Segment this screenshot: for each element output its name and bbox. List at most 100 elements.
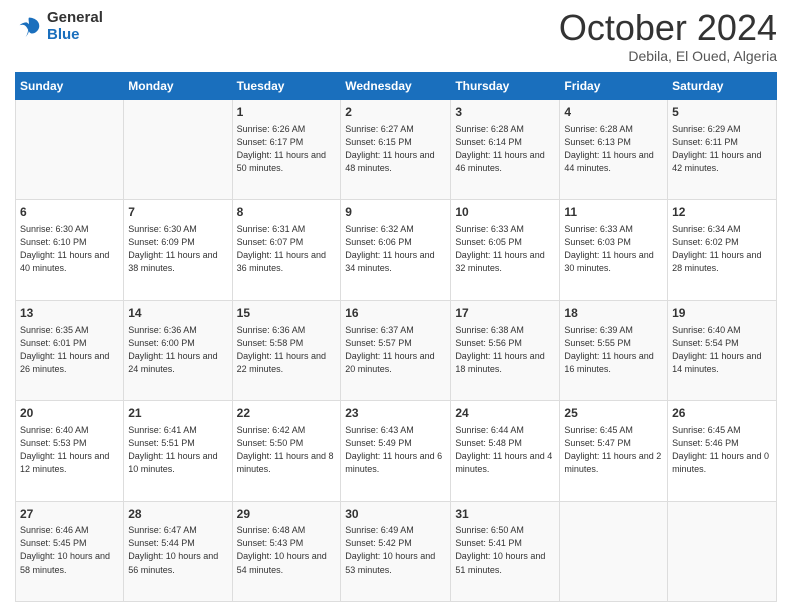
- day-header-monday: Monday: [124, 73, 232, 100]
- day-number: 16: [345, 305, 446, 322]
- day-cell-18: 18Sunrise: 6:39 AM Sunset: 5:55 PM Dayli…: [560, 300, 668, 400]
- day-info: Sunrise: 6:34 AM Sunset: 6:02 PM Dayligh…: [672, 223, 772, 275]
- day-cell-16: 16 Sunrise: 6:37 AM Sunset: 5:57 PM Dayli…: [341, 300, 451, 400]
- day-cell-4: 4 Sunrise: 6:28 AM Sunset: 6:13 PM Daylig…: [560, 100, 668, 200]
- day-info: Sunrise: 6:33 AM Sunset: 6:05 PM Dayligh…: [455, 223, 555, 275]
- day-info: Sunrise: 6:29 AM Sunset: 6:11 PM Dayligh…: [672, 123, 772, 175]
- day-number: 2: [345, 104, 446, 121]
- day-cell-25: 25 Sunrise: 6:45 AM Sunset: 5:47 PM Dayli…: [560, 401, 668, 501]
- day-info: Sunrise: 6:50 AM Sunset: 5:41 PM Dayligh…: [455, 524, 555, 576]
- day-info: Sunrise: 6:31 AM Sunset: 6:07 PM Dayligh…: [237, 223, 337, 275]
- day-info: Sunrise: 6:43 AM Sunset: 5:49 PM Dayligh…: [345, 424, 446, 476]
- day-number: 29: [237, 506, 337, 523]
- day-number: 15: [237, 305, 337, 322]
- day-number: 17: [455, 305, 555, 322]
- week-row-5: 27Sunrise: 6:46 AM Sunset: 5:45 PM Dayli…: [16, 501, 777, 601]
- day-info: Sunrise: 6:30 AM Sunset: 6:09 PM Dayligh…: [128, 223, 227, 275]
- day-number: 10: [455, 204, 555, 221]
- logo-icon: [15, 13, 43, 41]
- day-header-friday: Friday: [560, 73, 668, 100]
- day-cell-24: 24 Sunrise: 6:44 AM Sunset: 5:48 PM Dayli…: [451, 401, 560, 501]
- day-header-saturday: Saturday: [668, 73, 777, 100]
- empty-cell: [124, 100, 232, 200]
- week-row-4: 20Sunrise: 6:40 AM Sunset: 5:53 PM Dayli…: [16, 401, 777, 501]
- day-info: Sunrise: 6:28 AM Sunset: 6:13 PM Dayligh…: [564, 123, 663, 175]
- day-number: 7: [128, 204, 227, 221]
- day-cell-3: 3 Sunrise: 6:28 AM Sunset: 6:14 PM Daylig…: [451, 100, 560, 200]
- day-cell-6: 6 Sunrise: 6:30 AM Sunset: 6:10 PM Daylig…: [16, 200, 124, 300]
- day-number: 14: [128, 305, 227, 322]
- day-number: 28: [128, 506, 227, 523]
- day-info: Sunrise: 6:36 AM Sunset: 6:00 PM Dayligh…: [128, 324, 227, 376]
- day-cell-20: 20Sunrise: 6:40 AM Sunset: 5:53 PM Dayli…: [16, 401, 124, 501]
- day-header-sunday: Sunday: [16, 73, 124, 100]
- day-number: 12: [672, 204, 772, 221]
- empty-cell: [668, 501, 777, 601]
- day-cell-5: 5Sunrise: 6:29 AM Sunset: 6:11 PM Daylig…: [668, 100, 777, 200]
- day-cell-11: 11Sunrise: 6:33 AM Sunset: 6:03 PM Dayli…: [560, 200, 668, 300]
- day-cell-31: 31Sunrise: 6:50 AM Sunset: 5:41 PM Dayli…: [451, 501, 560, 601]
- day-number: 31: [455, 506, 555, 523]
- day-number: 9: [345, 204, 446, 221]
- day-info: Sunrise: 6:44 AM Sunset: 5:48 PM Dayligh…: [455, 424, 555, 476]
- day-header-thursday: Thursday: [451, 73, 560, 100]
- location: Debila, El Oued, Algeria: [559, 48, 777, 64]
- day-number: 4: [564, 104, 663, 121]
- day-cell-7: 7 Sunrise: 6:30 AM Sunset: 6:09 PM Daylig…: [124, 200, 232, 300]
- day-info: Sunrise: 6:37 AM Sunset: 5:57 PM Dayligh…: [345, 324, 446, 376]
- day-info: Sunrise: 6:41 AM Sunset: 5:51 PM Dayligh…: [128, 424, 227, 476]
- calendar: SundayMondayTuesdayWednesdayThursdayFrid…: [15, 72, 777, 602]
- calendar-header-row: SundayMondayTuesdayWednesdayThursdayFrid…: [16, 73, 777, 100]
- day-cell-26: 26Sunrise: 6:45 AM Sunset: 5:46 PM Dayli…: [668, 401, 777, 501]
- title-area: October 2024 Debila, El Oued, Algeria: [559, 10, 777, 64]
- day-number: 27: [20, 506, 119, 523]
- day-number: 21: [128, 405, 227, 422]
- day-cell-22: 22Sunrise: 6:42 AM Sunset: 5:50 PM Dayli…: [232, 401, 341, 501]
- day-number: 25: [564, 405, 663, 422]
- day-number: 1: [237, 104, 337, 121]
- day-header-tuesday: Tuesday: [232, 73, 341, 100]
- logo-text: General Blue: [47, 10, 103, 43]
- day-info: Sunrise: 6:45 AM Sunset: 5:46 PM Dayligh…: [672, 424, 772, 476]
- day-info: Sunrise: 6:32 AM Sunset: 6:06 PM Dayligh…: [345, 223, 446, 275]
- day-number: 8: [237, 204, 337, 221]
- day-number: 23: [345, 405, 446, 422]
- day-info: Sunrise: 6:46 AM Sunset: 5:45 PM Dayligh…: [20, 524, 119, 576]
- day-info: Sunrise: 6:36 AM Sunset: 5:58 PM Dayligh…: [237, 324, 337, 376]
- logo: General Blue: [15, 10, 103, 43]
- day-info: Sunrise: 6:30 AM Sunset: 6:10 PM Dayligh…: [20, 223, 119, 275]
- day-cell-21: 21 Sunrise: 6:41 AM Sunset: 5:51 PM Dayli…: [124, 401, 232, 501]
- day-info: Sunrise: 6:40 AM Sunset: 5:53 PM Dayligh…: [20, 424, 119, 476]
- day-info: Sunrise: 6:49 AM Sunset: 5:42 PM Dayligh…: [345, 524, 446, 576]
- day-info: Sunrise: 6:35 AM Sunset: 6:01 PM Dayligh…: [20, 324, 119, 376]
- day-cell-2: 2 Sunrise: 6:27 AM Sunset: 6:15 PM Daylig…: [341, 100, 451, 200]
- day-number: 30: [345, 506, 446, 523]
- header: General Blue October 2024 Debila, El Oue…: [15, 10, 777, 64]
- day-cell-30: 30Sunrise: 6:49 AM Sunset: 5:42 PM Dayli…: [341, 501, 451, 601]
- day-cell-28: 28Sunrise: 6:47 AM Sunset: 5:44 PM Dayli…: [124, 501, 232, 601]
- day-info: Sunrise: 6:47 AM Sunset: 5:44 PM Dayligh…: [128, 524, 227, 576]
- day-cell-13: 13 Sunrise: 6:35 AM Sunset: 6:01 PM Dayli…: [16, 300, 124, 400]
- day-cell-29: 29Sunrise: 6:48 AM Sunset: 5:43 PM Dayli…: [232, 501, 341, 601]
- day-cell-17: 17Sunrise: 6:38 AM Sunset: 5:56 PM Dayli…: [451, 300, 560, 400]
- day-number: 11: [564, 204, 663, 221]
- day-header-wednesday: Wednesday: [341, 73, 451, 100]
- day-cell-23: 23 Sunrise: 6:43 AM Sunset: 5:49 PM Dayli…: [341, 401, 451, 501]
- day-cell-19: 19Sunrise: 6:40 AM Sunset: 5:54 PM Dayli…: [668, 300, 777, 400]
- week-row-2: 6 Sunrise: 6:30 AM Sunset: 6:10 PM Daylig…: [16, 200, 777, 300]
- day-info: Sunrise: 6:48 AM Sunset: 5:43 PM Dayligh…: [237, 524, 337, 576]
- day-number: 13: [20, 305, 119, 322]
- day-info: Sunrise: 6:42 AM Sunset: 5:50 PM Dayligh…: [237, 424, 337, 476]
- day-cell-27: 27Sunrise: 6:46 AM Sunset: 5:45 PM Dayli…: [16, 501, 124, 601]
- empty-cell: [560, 501, 668, 601]
- day-info: Sunrise: 6:40 AM Sunset: 5:54 PM Dayligh…: [672, 324, 772, 376]
- day-number: 24: [455, 405, 555, 422]
- day-cell-14: 14 Sunrise: 6:36 AM Sunset: 6:00 PM Dayli…: [124, 300, 232, 400]
- day-info: Sunrise: 6:45 AM Sunset: 5:47 PM Dayligh…: [564, 424, 663, 476]
- day-number: 6: [20, 204, 119, 221]
- day-number: 3: [455, 104, 555, 121]
- page: General Blue October 2024 Debila, El Oue…: [0, 0, 792, 612]
- day-info: Sunrise: 6:27 AM Sunset: 6:15 PM Dayligh…: [345, 123, 446, 175]
- week-row-3: 13 Sunrise: 6:35 AM Sunset: 6:01 PM Dayli…: [16, 300, 777, 400]
- day-info: Sunrise: 6:28 AM Sunset: 6:14 PM Dayligh…: [455, 123, 555, 175]
